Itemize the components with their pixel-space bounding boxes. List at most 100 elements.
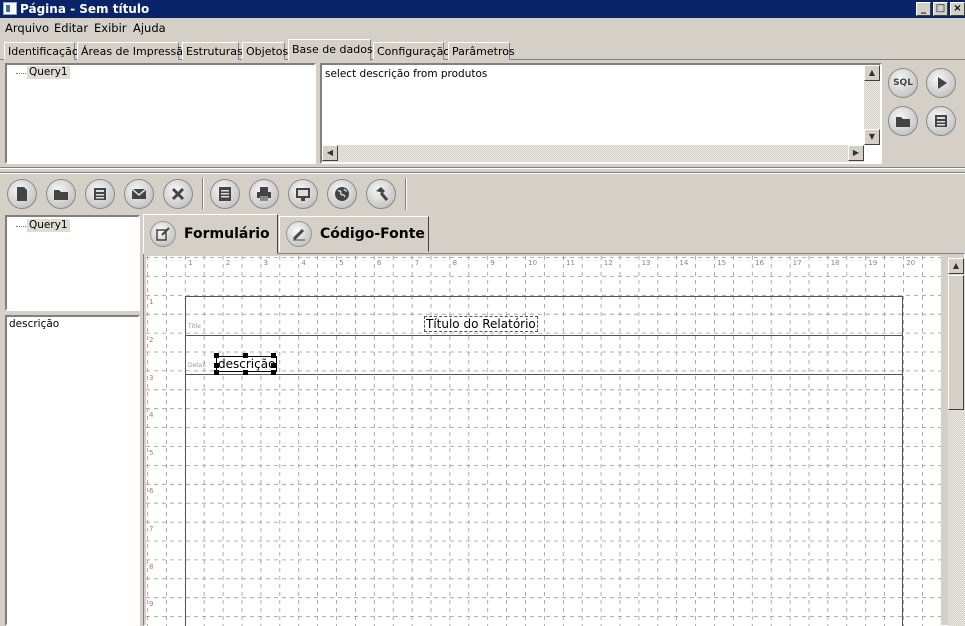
tab-objetos[interactable]: Objetos [242,42,288,60]
monitor-icon [296,188,310,201]
print-preview-icon [219,187,231,201]
band-top-border [185,296,902,297]
ruler-tick-label: 7 [149,524,154,533]
web-button[interactable] [327,179,357,209]
report-canvas[interactable]: Title Detail Título do Relatório descriç… [146,256,941,626]
tree-item-query1[interactable]: Query1 [27,66,70,79]
ruler-tick-label: 6 [377,259,382,267]
tab-codigo-fonte[interactable]: Código-Fonte [279,216,429,252]
tree-item-query1[interactable]: Query1 [27,219,70,232]
ruler-tick-label: 16 [755,259,764,267]
sql-icon: SQL [893,78,913,88]
selection-handle[interactable] [214,370,219,375]
new-document-button[interactable] [7,179,37,209]
grid [146,256,941,626]
page-right-edge [902,296,903,626]
tab-base-de-dados[interactable]: Base de dados [288,39,373,61]
sql-button[interactable]: SQL [888,68,918,98]
menu-editar[interactable]: Editar [54,21,88,35]
menu-arquivo[interactable]: Arquivo [5,21,49,35]
play-icon [938,77,947,89]
close-button[interactable]: × [950,2,965,16]
scroll-up-icon[interactable]: ▲ [864,65,880,81]
ruler-tick-label: 14 [679,259,689,267]
close-document-button[interactable] [163,179,193,209]
ruler-tick-label: 4 [149,411,154,420]
tree-line [16,73,26,74]
band-divider [185,335,902,336]
tab-formulario[interactable]: Formulário [143,214,278,254]
page-left-edge [185,296,186,626]
toolbar-separator [202,178,204,210]
selection-handle[interactable] [243,353,248,358]
scroll-thumb[interactable] [948,275,964,410]
selection-handle[interactable] [214,353,219,358]
selection-handle[interactable] [243,370,248,375]
save-button[interactable] [85,179,115,209]
tab-estruturas[interactable]: Estruturas [182,42,243,60]
ruler-tick-label: 7 [414,259,420,267]
tab-areas-de-impressao[interactable]: Áreas de Impressão [77,42,190,60]
ruler-tick-label: 8 [149,562,154,571]
top-tab-bar: Identificação Áreas de Impressão Estrutu… [0,39,965,61]
menu-ajuda[interactable]: Ajuda [133,21,166,35]
band-divider [185,374,902,375]
maximize-button[interactable]: □ [933,2,948,16]
ruler-tick-label: 18 [830,259,840,267]
scroll-right-icon[interactable]: ▶ [848,145,864,161]
compile-button[interactable] [366,179,396,209]
menu-exibir[interactable]: Exibir [94,21,127,35]
sql-editor[interactable]: select descrição from produtos ▲ ▼ ◀ ▶ [320,63,882,164]
email-button[interactable] [124,179,154,209]
ruler-tick-label: 13 [641,259,651,267]
save-query-button[interactable] [926,106,956,136]
query-tree-panel: Query1 [5,63,316,164]
hammer-icon [376,187,389,201]
save-icon [935,115,947,127]
folder-icon [896,117,910,127]
sql-horizontal-scrollbar[interactable]: ◀ ▶ [322,145,864,162]
ruler-tick-label: 9 [490,259,495,267]
save-icon [94,188,106,200]
open-query-button[interactable] [888,106,918,136]
ruler-tick-label: 19 [868,259,878,267]
report-title-label[interactable]: Título do Relatório [424,316,538,332]
fields-list: descrição [5,315,140,626]
field-item[interactable]: descrição [9,318,59,330]
scroll-down-icon[interactable]: ▼ [864,129,880,145]
tree-line [16,226,26,227]
scroll-up-icon[interactable]: ▲ [948,258,964,274]
tab-identificacao[interactable]: Identificação [4,42,79,60]
toolbar-separator [405,178,407,210]
ruler-tick-label: 1 [149,298,154,306]
app-icon [3,2,17,15]
tab-parametros[interactable]: Parâmetros [448,42,515,60]
ruler-tick-label: 5 [339,259,344,267]
ruler-tick-label: 17 [792,259,802,267]
left-query-tree: Query1 [5,215,140,311]
selection-handle[interactable] [214,363,219,368]
ruler-tick-label: 6 [149,487,154,495]
minimize-button[interactable]: _ [916,2,931,16]
open-button[interactable] [46,179,76,209]
print-preview-button[interactable] [210,179,240,209]
tab-configuracao[interactable]: Configuração [373,42,450,60]
print-button[interactable] [249,179,279,209]
close-icon [171,187,185,201]
ruler-tick-label: 4 [301,259,306,267]
ruler-tick-label: 20 [906,259,916,267]
ruler-tick-label: 3 [149,373,154,382]
tab-codigo-fonte-label: Código-Fonte [320,226,425,242]
tab-formulario-label: Formulário [184,226,270,242]
ruler-tick-label: 11 [566,259,575,267]
sql-text[interactable]: select descrição from produtos [325,68,487,80]
selection-handle[interactable] [271,353,276,358]
sql-vertical-scrollbar[interactable]: ▲ ▼ [864,65,880,145]
scroll-left-icon[interactable]: ◀ [322,145,338,161]
selection-handle[interactable] [271,370,276,375]
run-query-button[interactable] [926,68,956,98]
selection-handle[interactable] [271,363,276,368]
menu-bar: Arquivo Editar Exibir Ajuda [0,18,965,38]
screen-preview-button[interactable] [288,179,318,209]
canvas-vertical-scrollbar[interactable]: ▲ [948,258,965,626]
